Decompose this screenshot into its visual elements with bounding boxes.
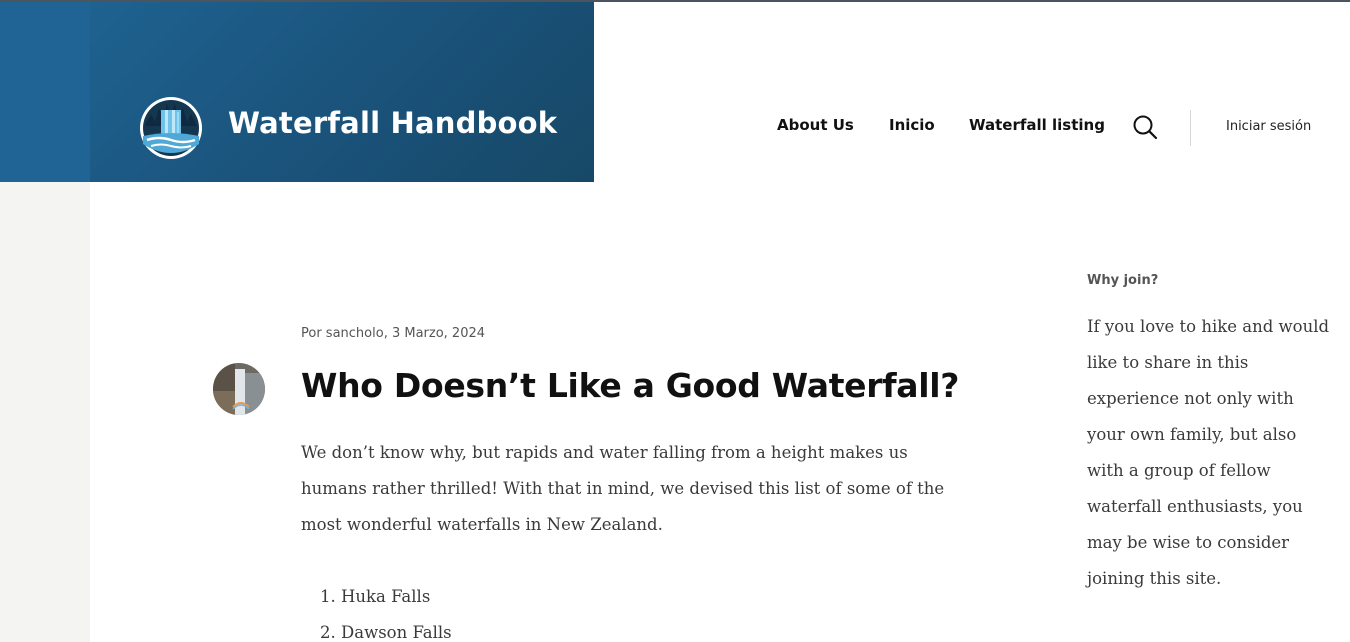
header-accent-strip bbox=[0, 2, 90, 182]
sidebar-text: If you love to hike and would like to sh… bbox=[1087, 317, 1330, 588]
search-icon bbox=[1133, 115, 1158, 140]
list-item: Huka Falls bbox=[341, 579, 452, 615]
waterfall-logo-icon bbox=[140, 97, 202, 159]
login-link[interactable]: Iniciar sesión bbox=[1226, 119, 1311, 134]
site-branding: Waterfall Handbook bbox=[90, 2, 594, 182]
avatar-waterfall-image bbox=[213, 363, 265, 415]
post-meta: Por sancholo, 3 Marzo, 2024 bbox=[301, 326, 486, 341]
site-logo[interactable] bbox=[139, 96, 203, 160]
list-item: Dawson Falls bbox=[341, 615, 452, 642]
author-avatar[interactable] bbox=[213, 363, 265, 415]
nav-about-us[interactable]: About Us bbox=[777, 116, 854, 140]
site-title[interactable]: Waterfall Handbook bbox=[228, 106, 557, 140]
search-button[interactable] bbox=[1131, 113, 1159, 141]
header-divider bbox=[1190, 110, 1191, 146]
nav-waterfall-listing[interactable]: Waterfall listing bbox=[969, 116, 1105, 140]
post-body: We don’t know why, but rapids and water … bbox=[301, 443, 945, 534]
post-title: Who Doesn’t Like a Good Waterfall? bbox=[301, 366, 960, 405]
left-margin bbox=[0, 2, 90, 642]
nav-inicio[interactable]: Inicio bbox=[889, 116, 935, 140]
waterfall-list: Huka Falls Dawson Falls bbox=[301, 579, 452, 642]
sidebar-heading: Why join? bbox=[1087, 273, 1159, 288]
